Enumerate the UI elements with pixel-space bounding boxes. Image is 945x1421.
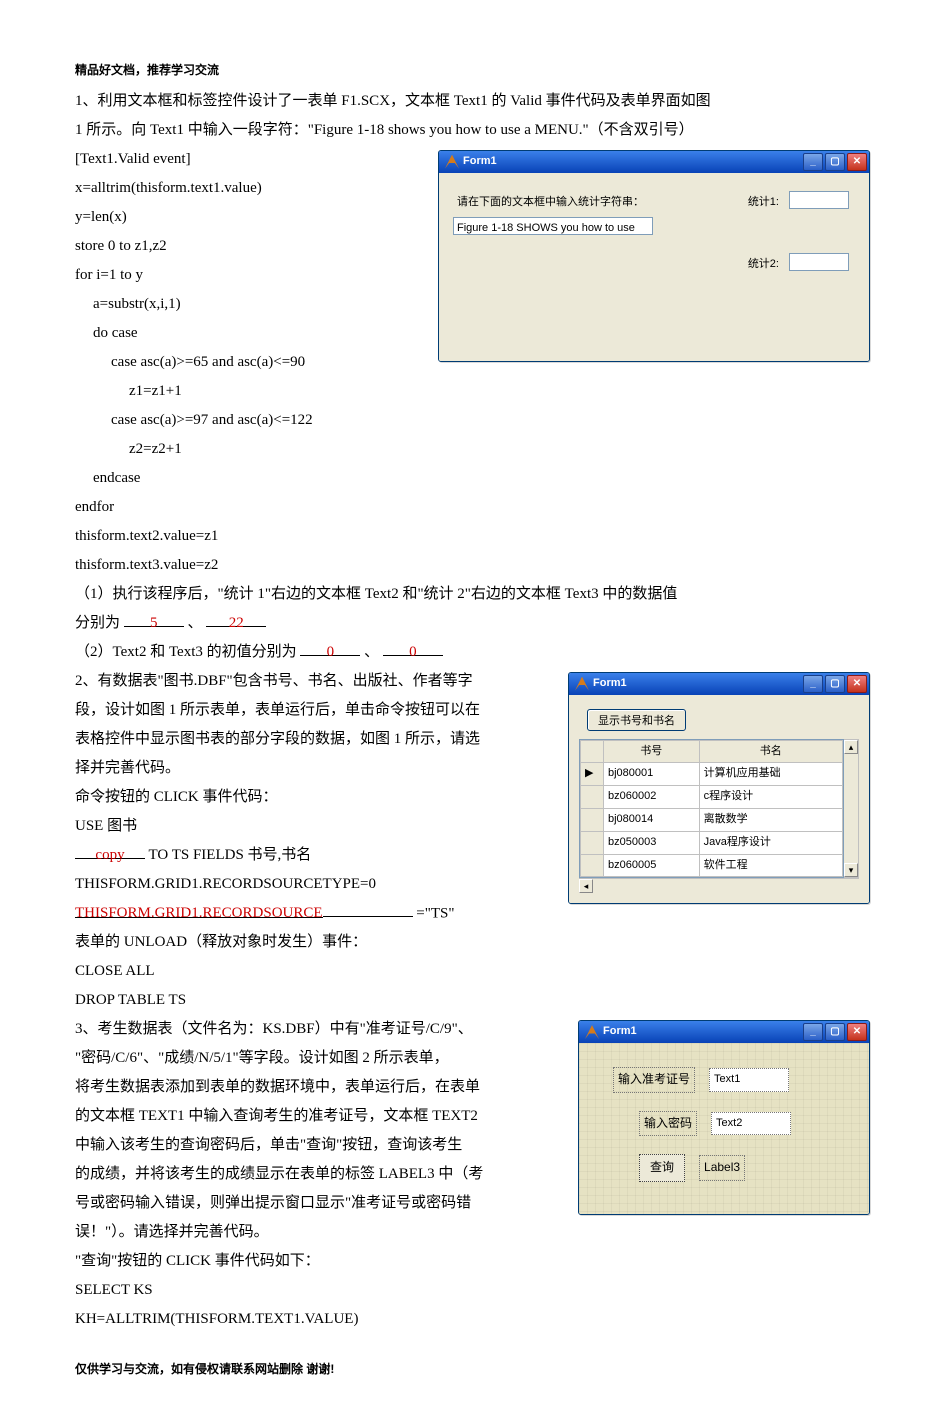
table-row: bz060005软件工程 — [581, 854, 843, 877]
cell[interactable]: bz050003 — [604, 831, 700, 854]
minimize-button[interactable]: _ — [803, 153, 823, 171]
table-row: bz050003Java程序设计 — [581, 831, 843, 854]
window-titlebar[interactable]: Form1 _ ▢ ✕ — [569, 673, 869, 695]
question-2: Form1 _ ▢ ✕ 显示书号和书名 书号 书 — [75, 668, 870, 1017]
answer-copy: copy — [95, 842, 124, 869]
question-3: Form1 _ ▢ ✕ 输入准考证号 Text1 输入密码 Text2 — [75, 1016, 870, 1335]
window-titlebar[interactable]: Form1 _ ▢ ✕ — [579, 1021, 869, 1043]
stat2-textbox[interactable] — [789, 253, 849, 271]
stat1-label: 统计1: — [748, 193, 779, 213]
window-titlebar[interactable]: Form1 _ ▢ ✕ — [439, 151, 869, 173]
cell[interactable]: bz060005 — [604, 854, 700, 877]
scroll-left-button[interactable]: ◂ — [579, 879, 593, 893]
row-header — [581, 740, 604, 763]
vfp-icon — [445, 155, 459, 169]
close-button[interactable]: ✕ — [847, 1023, 867, 1041]
vfp-icon — [585, 1025, 599, 1039]
q1-sub1-line1: （1）执行该程序后，"统计 1"右边的文本框 Text2 和"统计 2"右边的文… — [75, 581, 870, 608]
q2-unload-intro: 表单的 UNLOAD（释放对象时发生）事件： — [75, 929, 870, 956]
label3: Label3 — [699, 1155, 745, 1181]
q2-form1-window: Form1 _ ▢ ✕ 显示书号和书名 书号 书 — [568, 672, 870, 905]
cell[interactable]: c程序设计 — [699, 786, 842, 809]
page-header-note: 精品好文档，推荐学习交流 — [75, 60, 870, 82]
code-line: KH=ALLTRIM(THISFORM.TEXT1.VALUE) — [75, 1306, 870, 1333]
window-title: Form1 — [603, 1022, 637, 1042]
text: 、 — [188, 615, 203, 631]
answer-1: 5 — [150, 610, 158, 637]
minimize-button[interactable]: _ — [803, 675, 823, 693]
q3-line: 误！"）。请选择并完善代码。 — [75, 1219, 870, 1246]
window-title: Form1 — [593, 674, 627, 694]
text: （2）Text2 和 Text3 的初值分别为 — [75, 644, 297, 660]
col-header-name[interactable]: 书名 — [699, 740, 842, 763]
prompt-label: 请在下面的文本框中输入统计字符串： — [457, 193, 644, 213]
text: ="TS" — [416, 905, 454, 921]
answer-4: 0 — [409, 639, 417, 666]
cell[interactable]: 软件工程 — [699, 854, 842, 877]
minimize-button[interactable]: _ — [803, 1023, 823, 1041]
code-line: endfor — [75, 494, 870, 521]
code-line: case asc(a)>=97 and asc(a)<=122 — [75, 407, 870, 434]
q3-form1-window: Form1 _ ▢ ✕ 输入准考证号 Text1 输入密码 Text2 — [578, 1020, 870, 1215]
cell[interactable]: bj080014 — [604, 808, 700, 831]
code-line: endcase — [75, 465, 870, 492]
label-password: 输入密码 — [639, 1111, 697, 1137]
text1-input[interactable]: Text1 — [709, 1068, 789, 1092]
cell[interactable]: bz060002 — [604, 786, 700, 809]
table-row: bj080014离散数学 — [581, 808, 843, 831]
window-title: Form1 — [463, 152, 497, 172]
books-grid[interactable]: 书号 书名 ▶bj080001计算机应用基础 bz060002c程序设计 bj0… — [579, 739, 844, 879]
maximize-button[interactable]: ▢ — [825, 153, 845, 171]
vfp-icon — [575, 677, 589, 691]
question-1: 1、利用文本框和标签控件设计了一表单 F1.SCX，文本框 Text1 的 Va… — [75, 88, 870, 668]
query-button[interactable]: 查询 — [639, 1154, 685, 1182]
code-line: DROP TABLE TS — [75, 987, 870, 1014]
maximize-button[interactable]: ▢ — [825, 675, 845, 693]
code-line: CLOSE ALL — [75, 958, 870, 985]
page-footer-note: 仅供学习与交流，如有侵权请联系网站删除 谢谢! — [75, 1359, 870, 1381]
code-line: thisform.text3.value=z2 — [75, 552, 870, 579]
show-books-button[interactable]: 显示书号和书名 — [587, 709, 686, 731]
answer-recordsource: THISFORM.GRID1.RECORDSOURCE — [75, 900, 323, 927]
answer-2: 22 — [229, 610, 244, 637]
stat1-textbox[interactable] — [789, 191, 849, 209]
table-row: ▶bj080001计算机应用基础 — [581, 763, 843, 786]
code-line: z2=z2+1 — [75, 436, 870, 463]
text: 、 — [364, 644, 379, 660]
table-row: bz060002c程序设计 — [581, 786, 843, 809]
text: TO TS FIELDS 书号,书名 — [148, 847, 311, 863]
cell[interactable]: 离散数学 — [699, 808, 842, 831]
label-id: 输入准考证号 — [613, 1067, 695, 1093]
q3-line: "查询"按钮的 CLICK 事件代码如下： — [75, 1248, 870, 1275]
code-line: thisform.text2.value=z1 — [75, 523, 870, 550]
text2-input[interactable]: Text2 — [711, 1112, 791, 1136]
q1-sub1-line2: 分别为 5 、 22 — [75, 610, 870, 637]
cell[interactable]: Java程序设计 — [699, 831, 842, 854]
cell[interactable]: bj080001 — [604, 763, 700, 786]
q1-intro-line2: 1 所示。向 Text1 中输入一段字符："Figure 1-18 shows … — [75, 117, 870, 144]
q1-form1-window: Form1 _ ▢ ✕ 请在下面的文本框中输入统计字符串： 统计1: Figur… — [438, 150, 870, 362]
col-header-id[interactable]: 书号 — [604, 740, 700, 763]
answer-3: 0 — [327, 639, 335, 666]
scroll-down-button[interactable]: ▾ — [844, 863, 858, 877]
code-line: z1=z1+1 — [75, 378, 870, 405]
maximize-button[interactable]: ▢ — [825, 1023, 845, 1041]
text: 分别为 — [75, 615, 120, 631]
stat2-label: 统计2: — [748, 255, 779, 275]
scroll-up-button[interactable]: ▴ — [844, 740, 858, 754]
q1-intro-line1: 1、利用文本框和标签控件设计了一表单 F1.SCX，文本框 Text1 的 Va… — [75, 88, 870, 115]
close-button[interactable]: ✕ — [847, 675, 867, 693]
q1-sub2: （2）Text2 和 Text3 的初值分别为 0 、 0 — [75, 639, 870, 666]
input-textbox[interactable]: Figure 1-18 SHOWS you how to use — [453, 217, 653, 235]
code-line: SELECT KS — [75, 1277, 870, 1304]
cell[interactable]: 计算机应用基础 — [699, 763, 842, 786]
close-button[interactable]: ✕ — [847, 153, 867, 171]
